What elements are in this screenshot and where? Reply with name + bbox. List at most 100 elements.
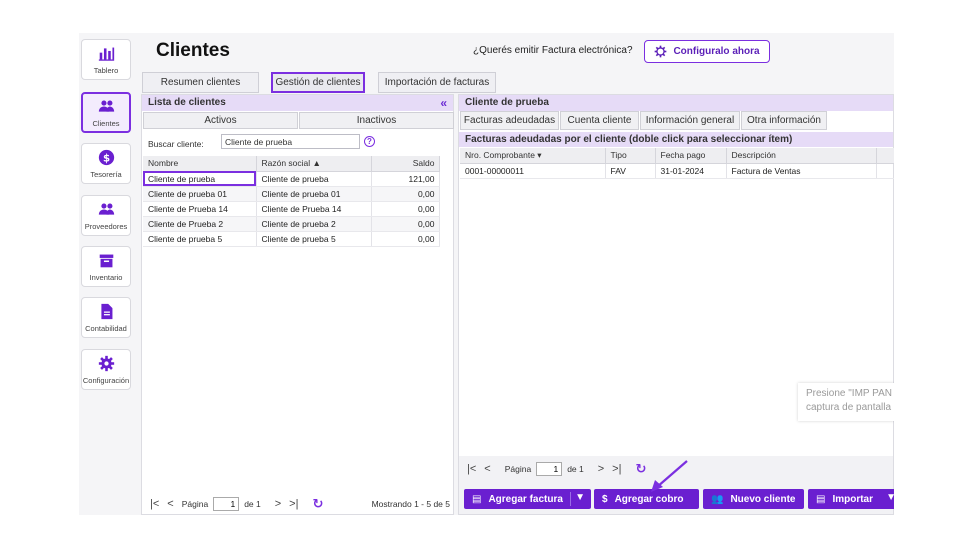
users-icon	[98, 203, 114, 215]
cell-nombre: Cliente de prueba 5	[143, 231, 257, 247]
column-header-fecha-pago[interactable]: Fecha pago	[655, 148, 727, 164]
dollar-icon: $	[602, 493, 608, 505]
tooltip-line-1: Presione "IMP PAN	[806, 388, 892, 399]
tab-facturas-adeudadas[interactable]: Facturas adeudadas	[460, 111, 559, 130]
import-button[interactable]: ▤ Importar ▼	[808, 489, 894, 509]
prev-page-icon[interactable]: <	[484, 463, 490, 475]
subtab-activos[interactable]: Activos	[143, 112, 298, 129]
section-header: Facturas adeudadas por el cliente (doble…	[459, 132, 893, 147]
showing-count: Mostrando 1 - 5 de 5	[371, 499, 450, 509]
new-client-label: Nuevo cliente	[730, 493, 796, 505]
tooltip-line-2: captura de pantalla	[806, 402, 892, 413]
document-icon	[100, 303, 112, 319]
table-row[interactable]: Cliente de prueba 01 Cliente de prueba 0…	[143, 186, 440, 202]
first-page-icon[interactable]: |<	[150, 498, 159, 510]
last-page-icon[interactable]: >|	[289, 498, 298, 510]
add-payment-label: Agregar cobro	[614, 493, 684, 505]
tab-importacion-facturas[interactable]: Importación de facturas	[378, 72, 496, 93]
sidebar-item-configuracion[interactable]: Configuración	[81, 349, 131, 390]
tab-gestion-clientes[interactable]: Gestión de clientes	[271, 72, 365, 93]
document-icon: ▤	[472, 493, 482, 505]
sidebar-item-tablero[interactable]: Tablero	[81, 39, 131, 80]
tab-otra-informacion[interactable]: Otra información	[741, 111, 827, 130]
table-row[interactable]: 0001-00000011 FAV 31-01-2024 Factura de …	[460, 163, 894, 179]
new-client-button[interactable]: 👥 Nuevo cliente	[703, 489, 804, 509]
page-input[interactable]	[536, 462, 563, 476]
client-detail-panel: Cliente de prueba Facturas adeudadas Cue…	[458, 94, 894, 515]
column-header-descripcion[interactable]: Descripción	[726, 148, 877, 164]
cta-button-label: Configuralo ahora	[673, 46, 760, 57]
tab-informacion-general[interactable]: Información general	[640, 111, 740, 130]
sidebar-item-label: Tesorería	[90, 169, 122, 179]
sidebar-item-proveedores[interactable]: Proveedores	[81, 195, 131, 236]
add-invoice-label: Agregar factura	[488, 493, 563, 505]
column-header-tipo[interactable]: Tipo	[605, 148, 656, 164]
sidebar-item-label: Tablero	[93, 65, 119, 75]
column-header-razon-social[interactable]: Razón social ▲	[256, 156, 372, 172]
document-icon: ▤	[816, 493, 826, 505]
cell-tipo: FAV	[605, 163, 656, 179]
add-invoice-button[interactable]: ▤ Agregar factura ▼	[464, 489, 591, 509]
last-page-icon[interactable]: >|	[612, 463, 621, 475]
search-input[interactable]	[221, 134, 360, 149]
next-page-icon[interactable]: >	[598, 463, 604, 475]
client-name-title: Cliente de prueba	[465, 97, 549, 108]
collapse-icon[interactable]: «	[440, 95, 447, 111]
cell-nombre: Cliente de prueba 01	[143, 186, 257, 202]
sidebar-item-label: Clientes	[92, 118, 120, 128]
panel-header: Lista de clientes «	[142, 95, 453, 111]
cell-razon-social: Cliente de prueba 2	[256, 216, 372, 232]
subtab-inactivos[interactable]: Inactivos	[299, 112, 454, 129]
tab-resumen-clientes[interactable]: Resumen clientes	[142, 72, 259, 93]
gear-icon	[655, 45, 667, 58]
sidebar-item-inventario[interactable]: Inventario	[81, 246, 131, 287]
cta-text: ¿Querés emitir Factura electrónica?	[473, 45, 633, 56]
page-label: Página	[504, 464, 532, 474]
refresh-icon[interactable]: ↻	[312, 496, 323, 512]
page-input[interactable]	[213, 497, 240, 511]
panel-title: Lista de clientes	[148, 97, 226, 108]
sidebar-item-label: Configuración	[82, 375, 130, 385]
table-row[interactable]: Cliente de prueba 5 Cliente de prueba 5 …	[143, 231, 440, 247]
cell-razon-social: Cliente de Prueba 14	[256, 201, 372, 217]
sidebar: Tablero Clientes $ Tesorería Proveedores…	[79, 33, 139, 515]
page-of: de 1	[567, 464, 584, 474]
client-pager: |< < Página de 1 > >| ↻ Mostrando 1 - 5 …	[150, 492, 450, 515]
configure-now-button[interactable]: Configuralo ahora	[644, 40, 770, 63]
prev-page-icon[interactable]: <	[167, 498, 173, 510]
app-window: Tablero Clientes $ Tesorería Proveedores…	[79, 33, 894, 515]
column-header-saldo[interactable]: Saldo	[371, 156, 440, 172]
gear-icon	[98, 355, 114, 371]
sidebar-item-clientes[interactable]: Clientes	[81, 92, 131, 133]
table-row[interactable]: Cliente de Prueba 2 Cliente de prueba 2 …	[143, 216, 440, 232]
sidebar-item-contabilidad[interactable]: Contabilidad	[81, 297, 131, 338]
cell-filler	[876, 163, 894, 179]
help-icon[interactable]: ?	[364, 136, 375, 147]
table-row[interactable]: Cliente de Prueba 14 Cliente de Prueba 1…	[143, 201, 440, 217]
cell-nombre: Cliente de prueba	[143, 171, 257, 187]
sidebar-item-tesoreria[interactable]: $ Tesorería	[81, 143, 131, 184]
sidebar-item-label: Proveedores	[84, 221, 128, 231]
table-header: Nro. Comprobante ▾ Tipo Fecha pago Descr…	[460, 148, 894, 164]
cell-descripcion: Factura de Ventas	[726, 163, 877, 179]
cell-razon-social: Cliente de prueba 5	[256, 231, 372, 247]
annotation-arrow-icon	[651, 460, 688, 492]
chevron-down-icon[interactable]: ▼	[886, 492, 894, 503]
archive-box-icon	[99, 254, 113, 267]
search-label: Buscar cliente:	[148, 139, 204, 149]
table-header: Nombre Razón social ▲ Saldo	[143, 156, 440, 172]
client-list-panel: Lista de clientes « Activos Inactivos Bu…	[141, 94, 454, 515]
next-page-icon[interactable]: >	[275, 498, 281, 510]
sidebar-item-label: Inventario	[89, 272, 123, 282]
column-header-nombre[interactable]: Nombre	[143, 156, 257, 172]
first-page-icon[interactable]: |<	[467, 463, 476, 475]
table-row[interactable]: Cliente de prueba Cliente de prueba 121,…	[143, 171, 440, 187]
panel-header: Cliente de prueba	[459, 95, 893, 111]
cell-saldo: 0,00	[371, 186, 440, 202]
column-header-nro-comprobante[interactable]: Nro. Comprobante ▾	[460, 148, 606, 164]
tab-cuenta-cliente[interactable]: Cuenta cliente	[560, 111, 639, 130]
refresh-icon[interactable]: ↻	[635, 461, 646, 477]
chevron-down-icon[interactable]: ▼	[575, 492, 585, 503]
cell-nombre: Cliente de Prueba 2	[143, 216, 257, 232]
cell-fecha-pago: 31-01-2024	[655, 163, 727, 179]
